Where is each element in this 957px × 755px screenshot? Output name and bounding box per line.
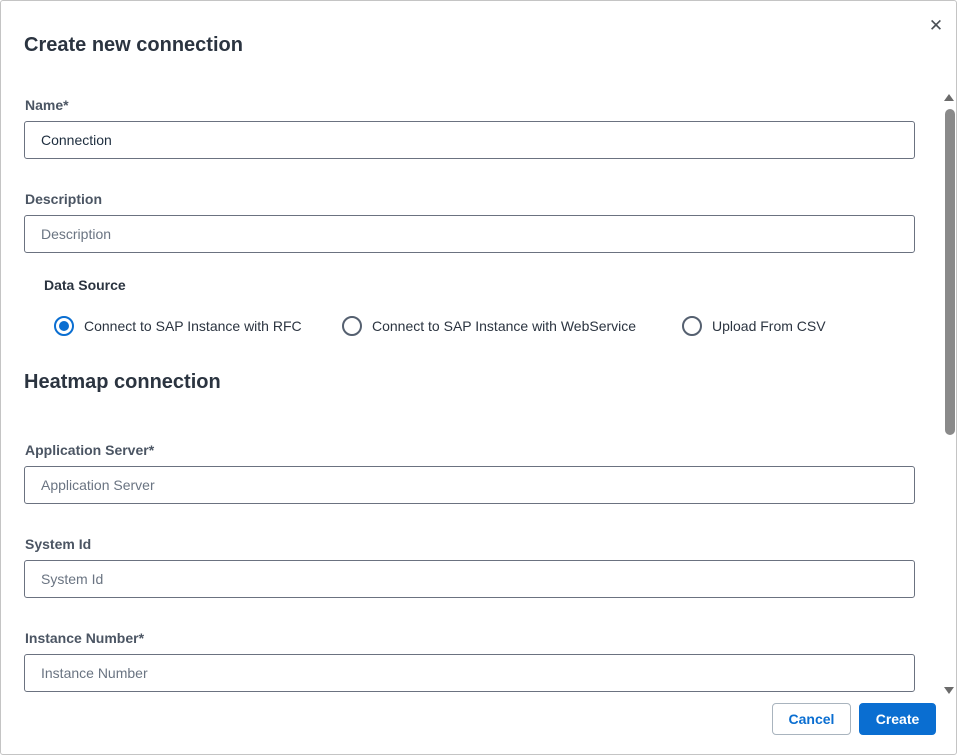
name-label: Name* — [25, 97, 69, 113]
close-icon[interactable]: ✕ — [927, 17, 945, 35]
radio-webservice[interactable]: Connect to SAP Instance with WebService — [342, 316, 636, 336]
radio-unchecked-icon[interactable] — [342, 316, 362, 336]
scroll-up-arrow-icon[interactable] — [944, 94, 954, 101]
dialog-title: Create new connection — [24, 34, 243, 56]
description-input[interactable] — [24, 215, 915, 253]
scroll-down-arrow-icon[interactable] — [944, 687, 954, 694]
radio-csv-label: Upload From CSV — [712, 318, 826, 334]
create-button[interactable]: Create — [859, 703, 936, 735]
radio-webservice-label: Connect to SAP Instance with WebService — [372, 318, 637, 334]
application-server-label: Application Server* — [25, 442, 155, 458]
radio-checked-icon[interactable] — [54, 316, 74, 336]
description-label: Description — [25, 191, 103, 207]
instance-number-input[interactable] — [24, 654, 915, 692]
radio-unchecked-icon[interactable] — [682, 316, 702, 336]
cancel-button[interactable]: Cancel — [772, 703, 851, 735]
application-server-input[interactable] — [24, 466, 915, 504]
scrollbar-thumb[interactable] — [945, 109, 955, 435]
create-connection-dialog: Create new connection ✕ Name* Descriptio… — [0, 0, 957, 755]
system-id-label: System Id — [25, 536, 92, 552]
radio-rfc[interactable]: Connect to SAP Instance with RFC — [54, 316, 302, 336]
radio-csv[interactable]: Upload From CSV — [682, 316, 826, 336]
system-id-input[interactable] — [24, 560, 915, 598]
instance-number-label: Instance Number* — [25, 630, 145, 646]
data-source-label: Data Source — [44, 277, 126, 293]
name-input[interactable] — [24, 121, 915, 159]
heatmap-section-title: Heatmap connection — [24, 371, 221, 393]
radio-rfc-label: Connect to SAP Instance with RFC — [84, 318, 302, 334]
